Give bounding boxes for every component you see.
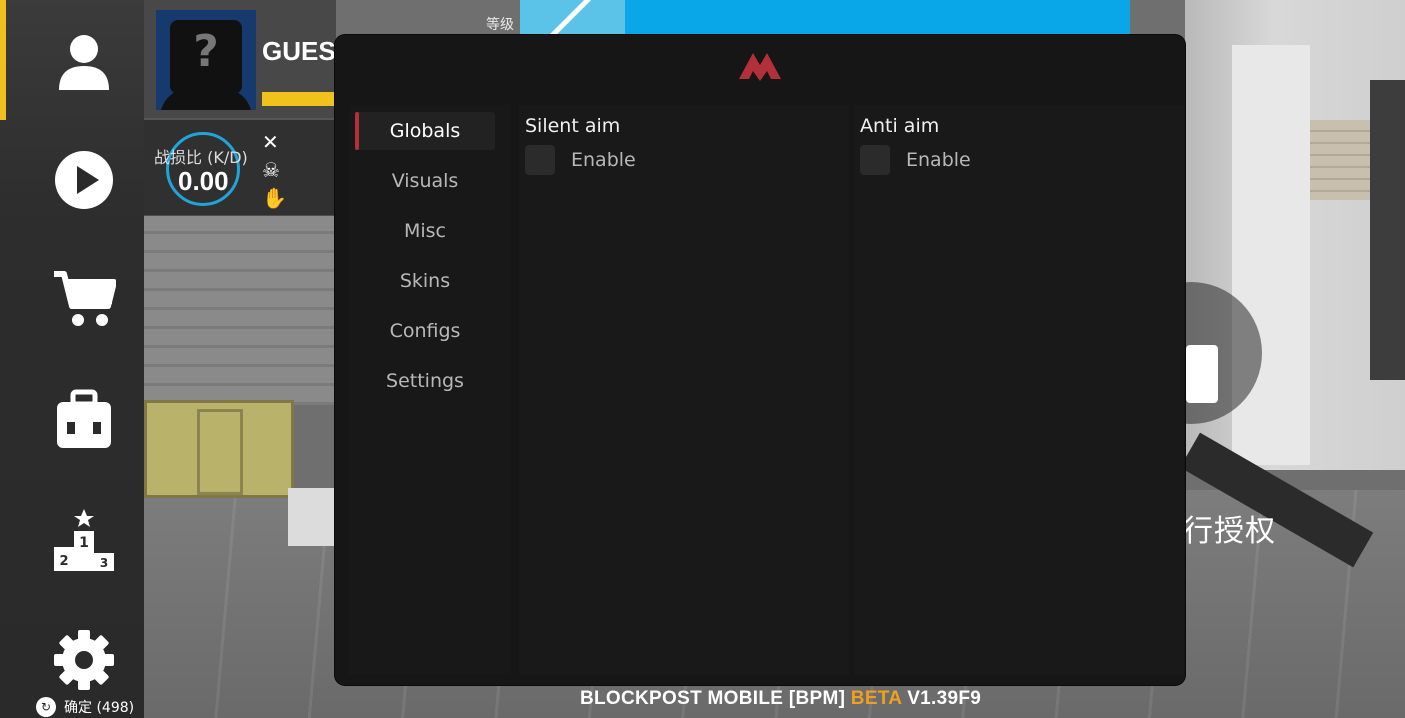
dark-doorway (1370, 80, 1405, 380)
version-beta: BETA (850, 688, 902, 709)
kills-icon: ✕ (262, 130, 279, 154)
checkbox[interactable] (525, 145, 555, 175)
nav-settings-button[interactable] (50, 626, 118, 694)
authorize-text: 行授权 (1183, 514, 1276, 549)
shop-cart-icon (54, 271, 116, 326)
deaths-skull-icon: ☠ (262, 158, 280, 182)
tab-visuals[interactable]: Visuals (355, 162, 495, 200)
coin-icon: ↻ (36, 697, 56, 717)
menu-logo-icon (739, 53, 781, 81)
rail-active-accent (0, 0, 6, 120)
sky (620, 0, 1130, 36)
xp-progress-bar (262, 92, 336, 106)
level-label: 等级 (486, 17, 514, 33)
coins-indicator: ↻ 确定 (498) (36, 697, 134, 717)
leaderboard-podium-icon: 1 2 3 (54, 509, 114, 571)
nav-profile-button[interactable] (50, 28, 118, 96)
profile-icon (59, 35, 109, 90)
kd-stats: 战损比 (K/D) 0.00 ✕ ☠ ✋ (144, 118, 336, 216)
nav-shop-button[interactable] (50, 264, 118, 332)
menu-sidebar: Globals Visuals Misc Skins Configs Setti… (349, 105, 511, 675)
tab-misc[interactable]: Misc (355, 212, 495, 250)
pillar (1232, 45, 1310, 465)
tab-skins[interactable]: Skins (355, 262, 495, 300)
wall-shutter (144, 215, 334, 405)
crate (144, 400, 294, 498)
settings-gear-icon (54, 630, 114, 690)
play-icon (55, 151, 113, 209)
checkbox-label: Enable (571, 149, 636, 171)
tab-globals-label: Globals (389, 120, 461, 142)
kd-value: 0.00 (178, 166, 229, 196)
tab-configs-label: Configs (389, 320, 461, 342)
avatar[interactable]: ? (156, 10, 256, 110)
svg-text:1: 1 (79, 535, 89, 551)
brick-wall (1310, 120, 1370, 200)
coins-label: 确定 (498) (64, 700, 135, 716)
checkbox-label: Enable (906, 149, 971, 171)
checkbox[interactable] (860, 145, 890, 175)
section-title: Anti aim (860, 115, 940, 137)
section-title: Silent aim (525, 115, 621, 137)
tab-skins-label: Skins (399, 270, 451, 292)
player-profile-card: ? GUEST 战损比 (K/D) 0.00 ✕ ☠ ✋ (144, 0, 352, 216)
tab-visuals-label: Visuals (391, 170, 459, 192)
level-stripe (520, 0, 625, 36)
silent-aim-enable-toggle[interactable]: Enable (525, 145, 636, 175)
tab-globals[interactable]: Globals (355, 112, 495, 150)
tab-settings-label: Settings (386, 370, 464, 392)
assists-icon: ✋ (262, 186, 287, 210)
version-prefix: BLOCKPOST MOBILE [BPM] (580, 688, 846, 709)
inventory-backpack-icon (57, 389, 111, 448)
section-anti-aim: Anti aim Enable (854, 105, 1184, 675)
kd-icons: ✕ ☠ ✋ (262, 130, 287, 210)
tab-configs[interactable]: Configs (355, 312, 495, 350)
unknown-avatar-icon: ? (193, 26, 219, 77)
mod-menu-panel: Globals Visuals Misc Skins Configs Setti… (335, 35, 1185, 685)
nav-leaderboard-button[interactable]: 1 2 3 (50, 506, 118, 574)
version-footer: BLOCKPOST MOBILE [BPM] BETA V1.39F9 (580, 688, 981, 710)
nav-rail: 1 2 3 ↻ 确定 (498) (0, 0, 144, 718)
nav-inventory-button[interactable] (50, 386, 118, 454)
kd-label: 战损比 (K/D) (154, 148, 248, 167)
svg-text:3: 3 (100, 556, 108, 570)
tab-misc-label: Misc (403, 220, 447, 242)
svg-text:2: 2 (59, 554, 68, 569)
anti-aim-enable-toggle[interactable]: Enable (860, 145, 971, 175)
lock-icon (1186, 345, 1218, 403)
section-silent-aim: Silent aim Enable (519, 105, 849, 675)
version-number: V1.39F9 (907, 688, 982, 709)
tab-settings[interactable]: Settings (355, 362, 495, 400)
nav-play-button[interactable] (50, 146, 118, 214)
